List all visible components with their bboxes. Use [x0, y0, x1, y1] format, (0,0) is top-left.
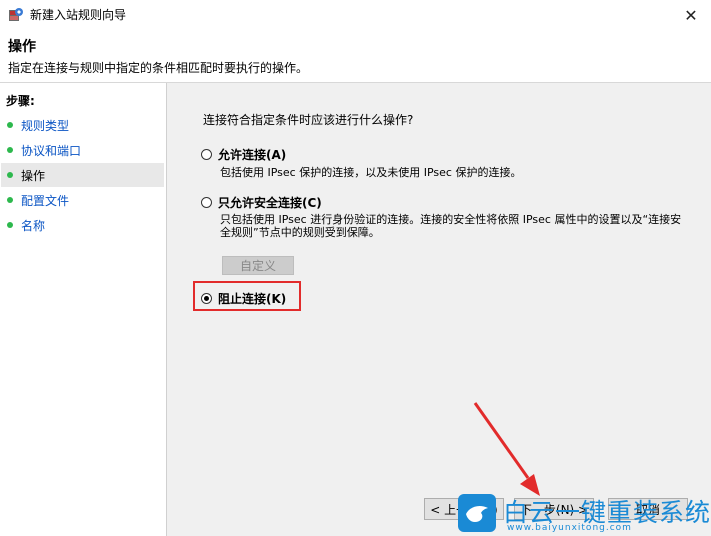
allow-secure-connection-radio[interactable]: 只允许安全连接(C) — [201, 194, 322, 211]
page-description: 指定在连接与规则中指定的条件相匹配时要执行的操作。 — [8, 61, 309, 75]
sidebar-item-name[interactable]: 名称 — [1, 213, 164, 237]
bird-logo-icon — [458, 494, 496, 532]
sidebar-item-label: 名称 — [21, 218, 46, 233]
title-bar: 新建入站规则向导 ✕ — [0, 0, 711, 30]
sidebar-item-label: 规则类型 — [21, 118, 70, 133]
allow-secure-connection-description: 只包括使用 IPsec 进行身份验证的连接。连接的安全性将依照 IPsec 属性… — [220, 213, 682, 239]
step-bullet-icon — [7, 147, 13, 153]
step-bullet-icon — [7, 222, 13, 228]
highlight-annotation — [193, 281, 301, 311]
step-bullet-icon — [7, 197, 13, 203]
allow-connection-radio[interactable]: 允许连接(A) — [201, 146, 286, 163]
wizard-header: 操作 指定在连接与规则中指定的条件相匹配时要执行的操作。 — [0, 30, 711, 83]
close-button[interactable]: ✕ — [671, 0, 711, 30]
radio-label: 只允许安全连接(C) — [218, 196, 322, 210]
page-title: 操作 — [8, 39, 36, 55]
sidebar-item-protocol-ports[interactable]: 协议和端口 — [1, 138, 164, 162]
customize-button[interactable]: 自定义 — [222, 256, 294, 275]
step-bullet-icon — [7, 122, 13, 128]
watermark: 白云一键重装系统 www.baiyunxitong.com — [455, 490, 711, 536]
sidebar-item-profile[interactable]: 配置文件 — [1, 188, 164, 212]
radio-unchecked-icon[interactable] — [201, 197, 212, 208]
step-bullet-icon — [7, 172, 13, 178]
sidebar-item-label: 协议和端口 — [21, 143, 82, 158]
watermark-url: www.baiyunxitong.com — [507, 523, 632, 533]
window-title: 新建入站规则向导 — [30, 8, 127, 22]
steps-sidebar: 步骤: 规则类型 协议和端口 操作 配置文件 名称 — [0, 83, 167, 536]
steps-title: 步骤: — [6, 94, 35, 108]
sidebar-item-label: 操作 — [21, 168, 46, 183]
sidebar-item-rule-type[interactable]: 规则类型 — [1, 113, 164, 137]
sidebar-item-label: 配置文件 — [21, 193, 70, 208]
action-question: 连接符合指定条件时应该进行什么操作? — [203, 113, 414, 127]
allow-connection-description: 包括使用 IPsec 保护的连接，以及未使用 IPsec 保护的连接。 — [220, 166, 522, 179]
close-icon: ✕ — [684, 5, 698, 25]
action-panel: 连接符合指定条件时应该进行什么操作? 允许连接(A) 包括使用 IPsec 保护… — [167, 83, 711, 536]
firewall-wizard-icon — [9, 8, 23, 21]
radio-label: 允许连接(A) — [218, 148, 287, 162]
sidebar-item-action[interactable]: 操作 — [1, 163, 164, 187]
radio-unchecked-icon[interactable] — [201, 149, 212, 160]
